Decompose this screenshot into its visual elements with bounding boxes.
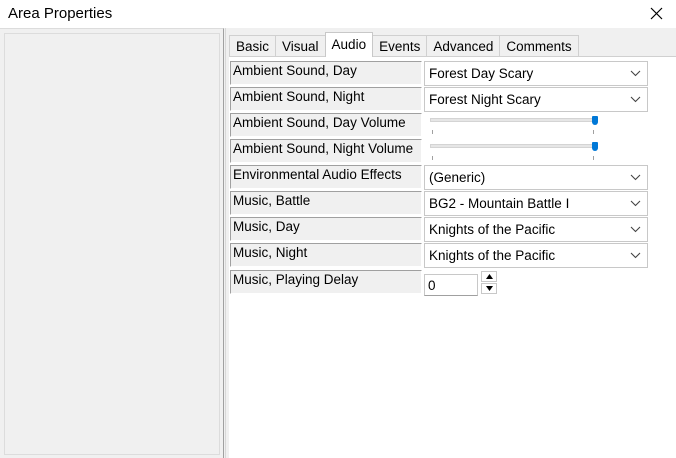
label-ambient-night: Ambient Sound, Night: [230, 87, 422, 111]
env-audio-select[interactable]: (Generic): [424, 165, 648, 190]
label-music-night: Music, Night: [230, 243, 422, 267]
music-day-value: Knights of the Pacific: [429, 222, 556, 237]
chevron-down-icon: [630, 252, 641, 259]
ambient-night-volume-slider[interactable]: [430, 139, 600, 163]
music-delay-value: 0: [428, 278, 436, 293]
title-bar: Area Properties: [0, 0, 676, 28]
ambient-night-select[interactable]: Forest Night Scary: [424, 87, 648, 112]
window-title: Area Properties: [8, 5, 113, 22]
music-battle-value: BG2 - Mountain Battle I: [429, 196, 570, 211]
tab-comments[interactable]: Comments: [499, 35, 579, 57]
arrow-down-icon: [486, 286, 493, 291]
stepper-up-button[interactable]: [481, 271, 497, 282]
music-night-select[interactable]: Knights of the Pacific: [424, 243, 648, 268]
tab-strip: Basic Visual Audio Events Advanced Comme…: [229, 32, 579, 57]
label-music-day: Music, Day: [230, 217, 422, 241]
chevron-down-icon: [630, 226, 641, 233]
ambient-day-volume-slider[interactable]: [430, 113, 600, 137]
label-ambient-day-volume: Ambient Sound, Day Volume: [230, 113, 422, 137]
tab-basic[interactable]: Basic: [229, 35, 277, 57]
ambient-night-value: Forest Night Scary: [429, 92, 541, 107]
close-button[interactable]: [636, 0, 676, 28]
arrow-up-icon: [486, 274, 493, 279]
chevron-down-icon: [630, 200, 641, 207]
left-panel: [0, 28, 224, 458]
tab-advanced[interactable]: Advanced: [426, 35, 501, 57]
chevron-down-icon: [630, 70, 641, 77]
chevron-down-icon: [630, 174, 641, 181]
slider-tick: [432, 156, 433, 160]
music-day-select[interactable]: Knights of the Pacific: [424, 217, 648, 242]
slider-thumb[interactable]: [592, 116, 598, 125]
music-delay-stepper: [481, 271, 497, 295]
label-music-battle: Music, Battle: [230, 191, 422, 215]
slider-tick: [593, 156, 594, 160]
env-audio-value: (Generic): [429, 170, 486, 185]
label-ambient-day: Ambient Sound, Day: [230, 61, 422, 85]
tab-audio[interactable]: Audio: [324, 32, 374, 57]
left-panel-inner: [4, 33, 220, 455]
tab-visual[interactable]: Visual: [275, 35, 326, 57]
slider-track: [430, 144, 596, 148]
label-ambient-night-volume: Ambient Sound, Night Volume: [230, 139, 422, 163]
slider-tick: [593, 130, 594, 134]
label-music-delay: Music, Playing Delay: [230, 270, 422, 294]
ambient-day-value: Forest Day Scary: [429, 66, 534, 81]
slider-tick: [432, 130, 433, 134]
music-battle-select[interactable]: BG2 - Mountain Battle I: [424, 191, 648, 216]
close-icon: [650, 7, 663, 20]
music-night-value: Knights of the Pacific: [429, 248, 556, 263]
tab-events[interactable]: Events: [372, 35, 428, 57]
slider-thumb[interactable]: [592, 142, 598, 151]
music-delay-input[interactable]: 0: [424, 274, 478, 296]
stepper-down-button[interactable]: [481, 283, 497, 294]
slider-track: [430, 118, 596, 122]
chevron-down-icon: [630, 96, 641, 103]
label-env-audio: Environmental Audio Effects: [230, 165, 422, 189]
ambient-day-select[interactable]: Forest Day Scary: [424, 61, 648, 86]
